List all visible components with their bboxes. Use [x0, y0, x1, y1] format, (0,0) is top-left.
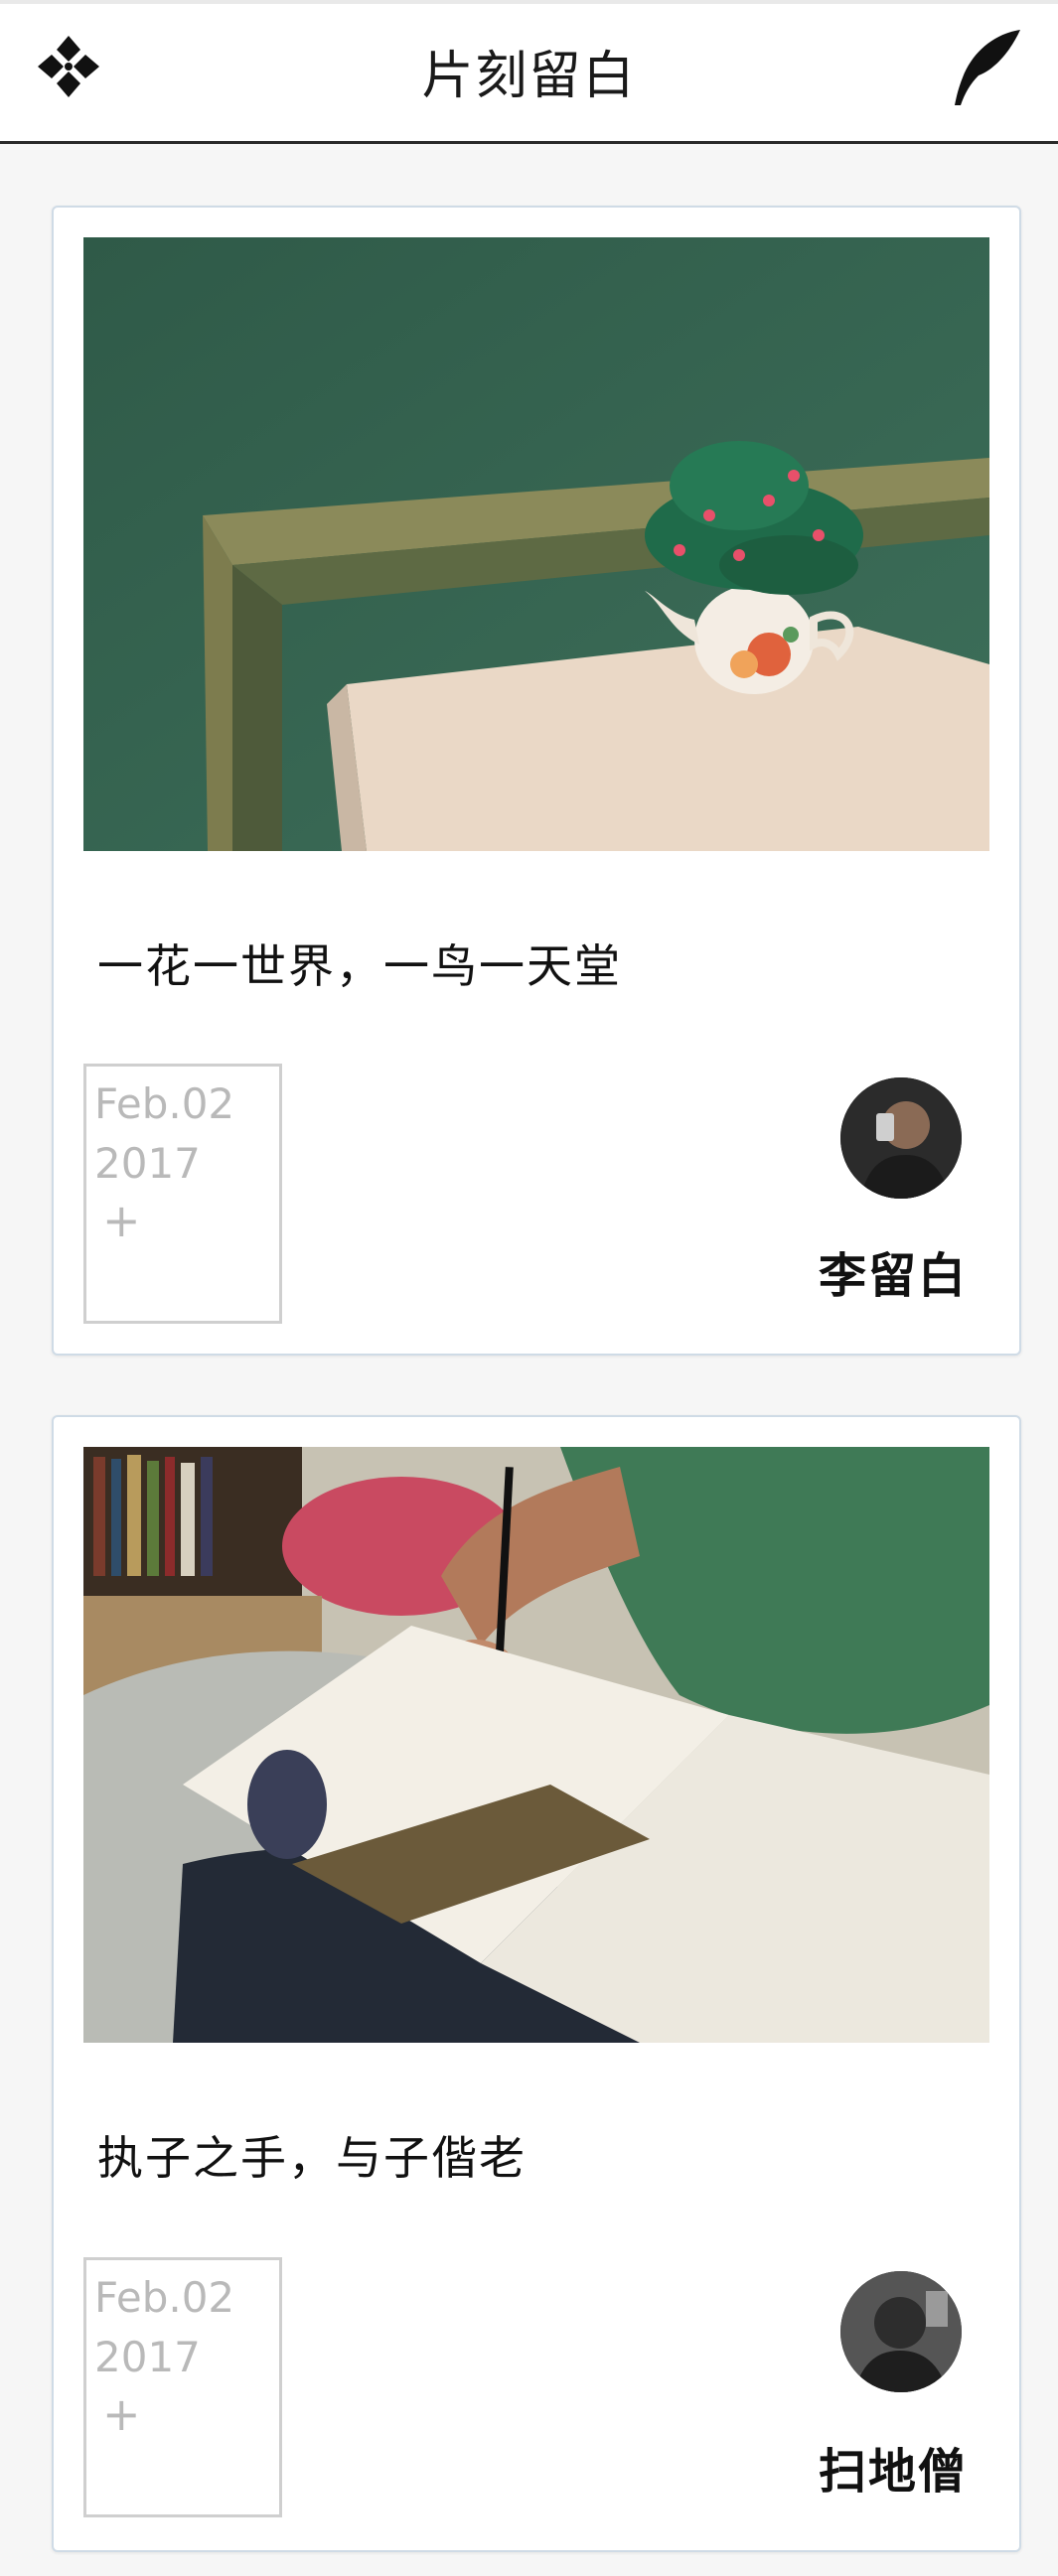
post-photo[interactable] — [83, 1447, 989, 2043]
avatar[interactable] — [840, 1077, 962, 1199]
author-name[interactable]: 扫地僧 — [819, 2432, 968, 2502]
author-name[interactable]: 李留白 — [819, 1236, 968, 1306]
add-button[interactable]: + — [102, 1194, 279, 1247]
top-bar: 片刻留白 — [0, 0, 1058, 144]
compose-button[interactable] — [945, 26, 1024, 107]
post-caption: 一花一世界，一鸟一天堂 — [97, 939, 622, 993]
date-year: 2017 — [94, 1139, 201, 1188]
post-caption: 执子之手，与子偕老 — [97, 2131, 527, 2185]
author-avatar-photo — [840, 1077, 962, 1199]
add-button[interactable]: + — [102, 2387, 279, 2441]
avatar[interactable] — [840, 2271, 962, 2392]
post-card[interactable]: 执子之手，与子偕老 Feb.02 2017 + 扫地僧 — [52, 1415, 1021, 2552]
date-month-day: Feb.02 — [94, 1079, 235, 1128]
post-card[interactable]: 一花一世界，一鸟一天堂 Feb.02 2017 + 李留白 — [52, 206, 1021, 1356]
quill-feather-icon — [955, 30, 1020, 105]
author-avatar-photo — [840, 2271, 962, 2392]
page-title: 片刻留白 — [421, 47, 637, 106]
date-box: Feb.02 2017 + — [83, 2257, 282, 2517]
teapot-plant-photo — [83, 237, 989, 851]
date-month-day: Feb.02 — [94, 2273, 235, 2322]
date-year: 2017 — [94, 2333, 201, 2381]
sketchbook-drawing-photo — [83, 1447, 989, 2043]
post-photo[interactable] — [83, 237, 989, 851]
date-box: Feb.02 2017 + — [83, 1064, 282, 1324]
